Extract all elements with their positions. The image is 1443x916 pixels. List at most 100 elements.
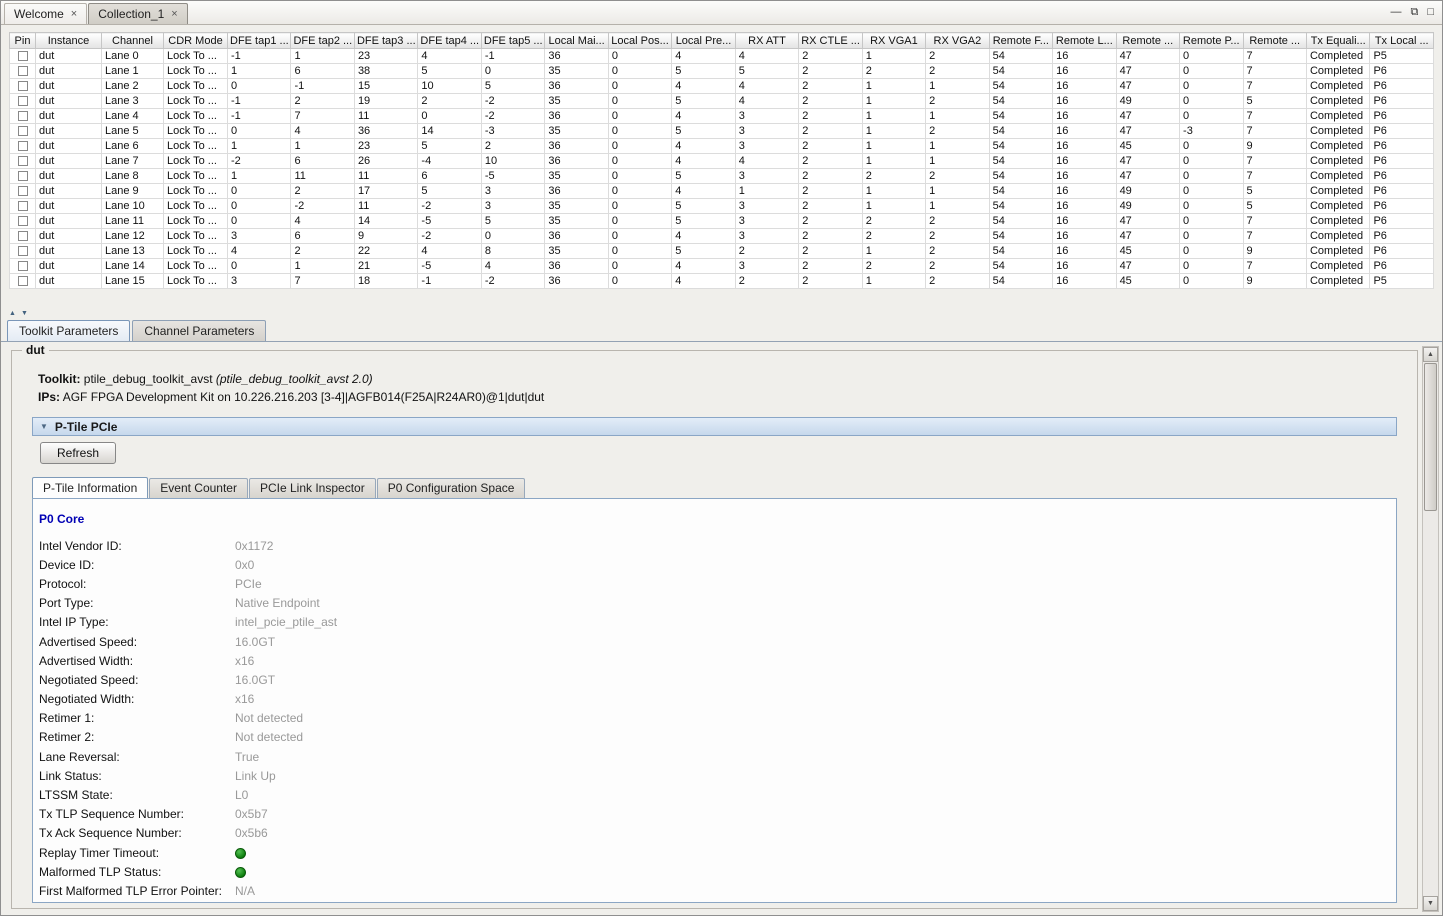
tab-collection-1[interactable]: Collection_1 × — [88, 3, 187, 24]
pin-checkbox[interactable] — [18, 111, 28, 121]
column-header[interactable]: Tx Equali... — [1306, 33, 1369, 49]
table-row[interactable]: dutLane 7Lock To ...-2626-41036044211541… — [10, 154, 1434, 169]
column-header[interactable]: DFE tap4 ... — [418, 33, 481, 49]
tab-ptile-information[interactable]: P-Tile Information — [32, 477, 148, 498]
pin-checkbox[interactable] — [18, 96, 28, 106]
column-header[interactable]: Channel — [102, 33, 164, 49]
pin-checkbox[interactable] — [18, 171, 28, 181]
pin-checkbox[interactable] — [18, 216, 28, 226]
table-cell: 0 — [1180, 64, 1243, 79]
table-row[interactable]: dutLane 0Lock To ...-11234-1360442125416… — [10, 49, 1434, 64]
table-cell: 47 — [1116, 229, 1179, 244]
table-cell: 0 — [481, 229, 544, 244]
table-row[interactable]: dutLane 13Lock To ...4222483505221254164… — [10, 244, 1434, 259]
table-row[interactable]: dutLane 6Lock To ...11235236043211541645… — [10, 139, 1434, 154]
pin-checkbox[interactable] — [18, 51, 28, 61]
refresh-button[interactable]: Refresh — [40, 442, 116, 464]
maximize-icon[interactable]: □ — [1427, 4, 1434, 20]
column-header[interactable]: RX VGA1 — [862, 33, 925, 49]
table-row[interactable]: dutLane 3Lock To ...-12192-2350542125416… — [10, 94, 1434, 109]
table-cell: 1 — [926, 139, 989, 154]
column-header[interactable]: Local Pre... — [672, 33, 735, 49]
column-header[interactable]: Local Pos... — [608, 33, 671, 49]
pin-checkbox[interactable] — [18, 156, 28, 166]
pin-checkbox[interactable] — [18, 66, 28, 76]
table-cell: 5 — [672, 94, 735, 109]
column-header[interactable]: DFE tap3 ... — [354, 33, 417, 49]
table-cell: Lane 12 — [102, 229, 164, 244]
table-row[interactable]: dutLane 8Lock To ...111116-5350532225416… — [10, 169, 1434, 184]
split-pane-divider[interactable]: ▲ ▼ — [1, 309, 1442, 319]
pin-checkbox[interactable] — [18, 81, 28, 91]
table-cell: Lock To ... — [164, 109, 228, 124]
pin-checkbox[interactable] — [18, 126, 28, 136]
column-header[interactable]: DFE tap2 ... — [291, 33, 354, 49]
table-row[interactable]: dutLane 14Lock To ...0121-54360432225416… — [10, 259, 1434, 274]
column-header[interactable]: Tx Local ... — [1370, 33, 1434, 49]
column-header[interactable]: Remote ... — [1116, 33, 1179, 49]
column-header[interactable]: DFE tap1 ... — [228, 33, 291, 49]
pin-checkbox[interactable] — [18, 231, 28, 241]
pin-checkbox[interactable] — [18, 186, 28, 196]
pin-cell — [10, 139, 36, 154]
table-cell: 47 — [1116, 214, 1179, 229]
scroll-down-button[interactable]: ▼ — [1423, 896, 1438, 911]
tab-pcie-link-inspector[interactable]: PCIe Link Inspector — [249, 478, 376, 498]
table-cell: Lane 5 — [102, 124, 164, 139]
splitter-collapse-down-icon[interactable]: ▼ — [21, 309, 28, 319]
table-row[interactable]: dutLane 5Lock To ...043614-3350532125416… — [10, 124, 1434, 139]
table-cell: 14 — [418, 124, 481, 139]
column-header[interactable]: Instance — [36, 33, 102, 49]
pin-cell — [10, 124, 36, 139]
pin-checkbox[interactable] — [18, 261, 28, 271]
tab-channel-parameters[interactable]: Channel Parameters — [132, 320, 266, 341]
table-row[interactable]: dutLane 15Lock To ...3718-1-236042212541… — [10, 274, 1434, 289]
column-header[interactable]: Pin — [10, 33, 36, 49]
restore-icon[interactable]: ⧉ — [1410, 4, 1418, 20]
table-row[interactable]: dutLane 10Lock To ...0-211-2335053211541… — [10, 199, 1434, 214]
column-header[interactable]: Remote L... — [1053, 33, 1116, 49]
field-row: Lane Reversal:True — [39, 747, 1386, 766]
table-row[interactable]: dutLane 9Lock To ...02175336041211541649… — [10, 184, 1434, 199]
collapse-icon[interactable]: ▼ — [40, 423, 48, 431]
column-header[interactable]: CDR Mode — [164, 33, 228, 49]
column-header[interactable]: Local Mai... — [545, 33, 608, 49]
column-header[interactable]: Remote P... — [1180, 33, 1243, 49]
pin-checkbox[interactable] — [18, 276, 28, 286]
column-header[interactable]: RX ATT — [735, 33, 798, 49]
table-cell: 5 — [672, 124, 735, 139]
tab-toolkit-parameters[interactable]: Toolkit Parameters — [7, 320, 130, 341]
table-row[interactable]: dutLane 11Lock To ...0414-55350532225416… — [10, 214, 1434, 229]
table-row[interactable]: dutLane 4Lock To ...-17110-2360432115416… — [10, 109, 1434, 124]
table-cell: 2 — [926, 229, 989, 244]
column-header[interactable]: RX CTLE ... — [799, 33, 862, 49]
column-header[interactable]: DFE tap5 ... — [481, 33, 544, 49]
tab-p0-configuration-space[interactable]: P0 Configuration Space — [377, 478, 526, 498]
pin-checkbox[interactable] — [18, 201, 28, 211]
close-icon[interactable]: × — [171, 9, 177, 20]
vertical-scrollbar[interactable]: ▲ ▼ — [1422, 346, 1439, 912]
field-value: Link Up — [235, 769, 276, 783]
field-label: Device ID: — [39, 558, 235, 572]
scroll-up-button[interactable]: ▲ — [1423, 347, 1438, 362]
table-row[interactable]: dutLane 2Lock To ...0-115105360442115416… — [10, 79, 1434, 94]
column-header[interactable]: Remote F... — [989, 33, 1052, 49]
minimize-icon[interactable]: — — [1390, 4, 1401, 20]
splitter-collapse-up-icon[interactable]: ▲ — [9, 309, 16, 319]
pin-checkbox[interactable] — [18, 246, 28, 256]
close-icon[interactable]: × — [71, 9, 77, 20]
table-cell: 1 — [291, 49, 354, 64]
table-cell: 4 — [672, 109, 735, 124]
ptile-section-header[interactable]: ▼ P-Tile PCIe — [32, 417, 1397, 436]
pin-checkbox[interactable] — [18, 141, 28, 151]
field-label: Intel Vendor ID: — [39, 539, 235, 553]
table-cell: Lock To ... — [164, 64, 228, 79]
tab-event-counter[interactable]: Event Counter — [149, 478, 248, 498]
column-header[interactable]: Remote ... — [1243, 33, 1306, 49]
tab-welcome[interactable]: Welcome × — [4, 3, 87, 24]
table-row[interactable]: dutLane 12Lock To ...369-203604322254164… — [10, 229, 1434, 244]
table-cell: 49 — [1116, 184, 1179, 199]
scroll-thumb[interactable] — [1424, 363, 1437, 511]
column-header[interactable]: RX VGA2 — [926, 33, 989, 49]
table-row[interactable]: dutLane 1Lock To ...16385035055222541647… — [10, 64, 1434, 79]
